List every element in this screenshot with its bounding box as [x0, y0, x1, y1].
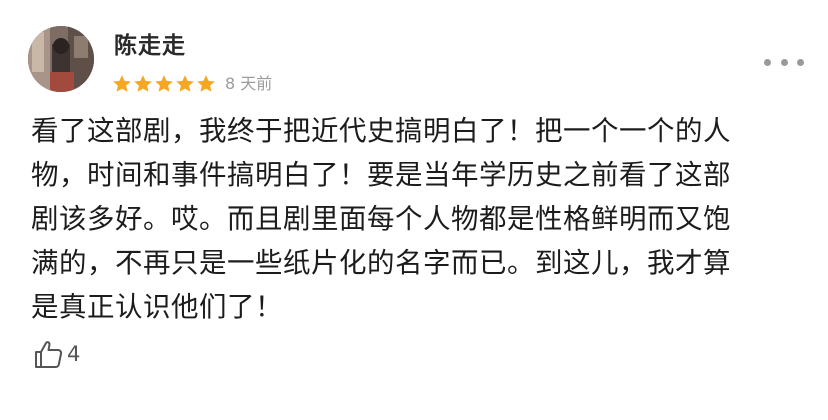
- more-dots-icon: [780, 58, 788, 66]
- like-button[interactable]: 4: [33, 338, 80, 370]
- review-text: 看了这部剧，我终于把近代史搞明白了！把一个一个的人 物，时间和事件搞明白了！要是…: [31, 115, 731, 323]
- more-dots-icon: [764, 58, 771, 66]
- review-timestamp: 8 天前: [225, 74, 273, 93]
- reviewer-name[interactable]: 陈走走: [114, 32, 186, 60]
- avatar-image: [28, 26, 94, 92]
- like-count: 4: [67, 342, 81, 366]
- more-dots-icon: [797, 58, 804, 66]
- thumbs-up-icon: [33, 338, 65, 370]
- avatar[interactable]: [28, 26, 94, 92]
- star-icon: [134, 75, 152, 92]
- review-card: 陈走走 8 天前 看了这部剧，我终于把近代史搞明白了！把一个一个的人 物，时间和…: [0, 0, 828, 420]
- star-rating: [112, 74, 216, 94]
- star-icon: [113, 75, 131, 92]
- star-icon: [197, 75, 215, 92]
- rating-row: 8 天前: [112, 72, 272, 96]
- star-icon: [155, 75, 173, 92]
- more-options-button[interactable]: [764, 52, 804, 72]
- star-icon: [176, 75, 194, 92]
